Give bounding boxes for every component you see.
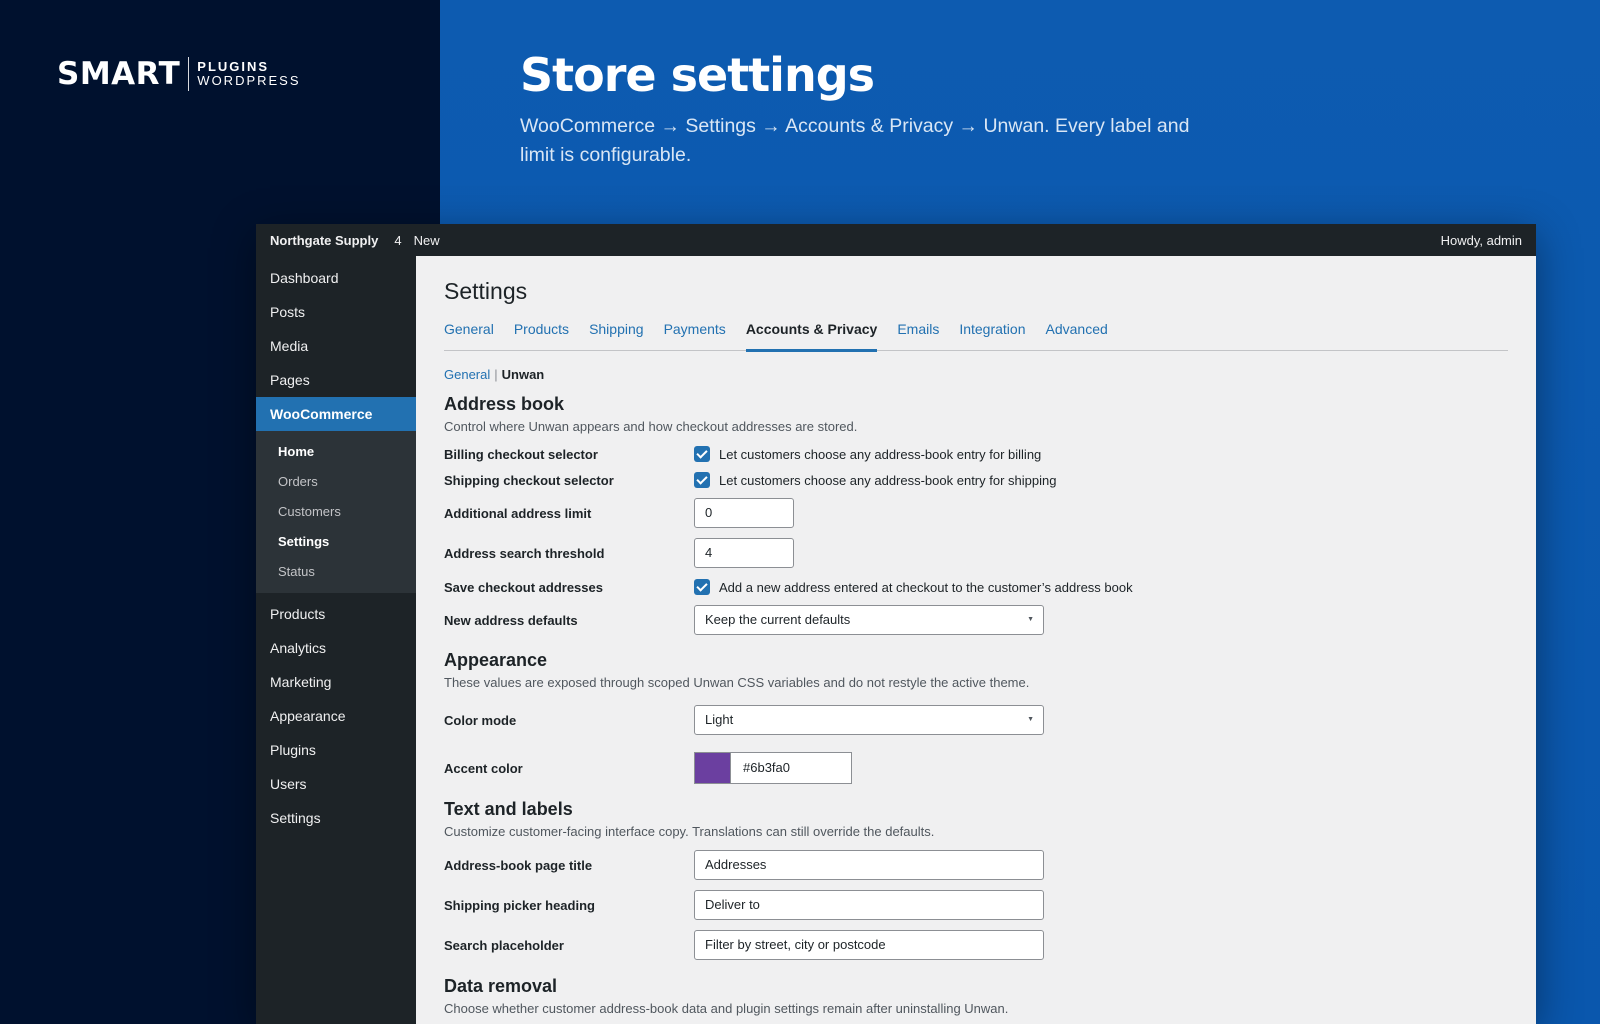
tab-shipping[interactable]: Shipping xyxy=(589,317,644,351)
color-mode-label: Color mode xyxy=(444,712,517,728)
accent-color-swatch[interactable] xyxy=(694,752,730,784)
howdy-account-menu[interactable]: Howdy, admin xyxy=(1441,233,1522,248)
sidebar-item-users[interactable]: Users xyxy=(256,767,416,801)
admin-bar: Northgate Supply 4 New Howdy, admin xyxy=(256,224,1536,256)
setting-row-defaults: New address defaults Keep the current de… xyxy=(444,605,1508,635)
setting-row-color-mode: Color mode Light ▼ xyxy=(444,705,1508,735)
new-content-link[interactable]: New xyxy=(414,233,440,248)
save-addresses-label: Save checkout addresses xyxy=(444,579,603,595)
picker-heading-label: Shipping picker heading xyxy=(444,897,595,913)
billing-selector-text[interactable]: Let customers choose any address-book en… xyxy=(719,447,1041,462)
section-title-appearance: Appearance xyxy=(444,650,548,670)
search-placeholder-input[interactable]: Filter by street, city or postcode xyxy=(694,930,1044,960)
picker-heading-input[interactable]: Deliver to xyxy=(694,890,1044,920)
subnav-general-link[interactable]: General xyxy=(444,367,490,382)
address-defaults-label: New address defaults xyxy=(444,612,578,628)
address-limit-label: Additional address limit xyxy=(444,505,592,521)
page-title: Settings xyxy=(444,278,528,304)
search-placeholder-label: Search placeholder xyxy=(444,937,564,953)
logo-divider xyxy=(188,57,190,91)
color-mode-select[interactable]: Light ▼ xyxy=(694,705,1044,735)
tab-payments[interactable]: Payments xyxy=(664,317,726,351)
woocommerce-submenu: Home Orders Customers Settings Status xyxy=(256,431,416,593)
logo-subtitle: PLUGINS WORDPRESS xyxy=(197,60,300,88)
wp-admin-window: Northgate Supply 4 New Howdy, admin Dash… xyxy=(256,224,1536,1024)
sidebar-item-settings[interactable]: Settings xyxy=(256,801,416,835)
setting-row-search-placeholder: Search placeholder Filter by street, cit… xyxy=(444,930,1508,960)
sidebar-item-posts[interactable]: Posts xyxy=(256,295,416,329)
page-title-setting-label: Address-book page title xyxy=(444,857,593,873)
setting-row-billing: Billing checkout selector Let customers … xyxy=(444,444,1508,464)
setting-row-page-title: Address-book page title Addresses xyxy=(444,850,1508,880)
section-desc-text-labels: Customize customer-facing interface copy… xyxy=(444,824,935,839)
tab-products[interactable]: Products xyxy=(514,317,569,351)
submenu-item-orders[interactable]: Orders xyxy=(256,467,416,497)
accent-color-label: Accent color xyxy=(444,760,523,776)
submenu-item-customers[interactable]: Customers xyxy=(256,497,416,527)
section-title-data-removal: Data removal xyxy=(444,976,558,996)
billing-selector-label: Billing checkout selector xyxy=(444,446,598,462)
section-desc-appearance: These values are exposed through scoped … xyxy=(444,675,1030,690)
shipping-selector-text[interactable]: Let customers choose any address-book en… xyxy=(719,473,1056,488)
setting-row-threshold: Address search threshold 4 xyxy=(444,538,1508,568)
sidebar-item-analytics[interactable]: Analytics xyxy=(256,631,416,665)
shipping-selector-label: Shipping checkout selector xyxy=(444,472,614,488)
sidebar-item-appearance[interactable]: Appearance xyxy=(256,699,416,733)
sidebar-item-products[interactable]: Products xyxy=(256,597,416,631)
billing-selector-checkbox[interactable] xyxy=(694,446,710,462)
save-addresses-checkbox[interactable] xyxy=(694,579,710,595)
address-limit-input[interactable]: 0 xyxy=(694,498,794,528)
tab-advanced[interactable]: Advanced xyxy=(1046,317,1108,351)
logo-wordmark: SMART xyxy=(57,56,181,92)
logo-sub-bottom: WORDPRESS xyxy=(197,73,301,88)
updates-count[interactable]: 4 xyxy=(394,233,401,248)
submenu-item-status[interactable]: Status xyxy=(256,557,416,587)
subnav-current: Unwan xyxy=(501,367,545,382)
sidebar-item-marketing[interactable]: Marketing xyxy=(256,665,416,699)
search-threshold-label: Address search threshold xyxy=(444,545,605,561)
search-threshold-input[interactable]: 4 xyxy=(694,538,794,568)
address-defaults-value: Keep the current defaults xyxy=(705,612,851,627)
tab-general[interactable]: General xyxy=(444,317,494,351)
section-title-address-book: Address book xyxy=(444,394,565,414)
sidebar-item-woocommerce[interactable]: WooCommerce xyxy=(256,397,416,431)
submenu-item-home[interactable]: Home xyxy=(256,437,416,467)
hero-subtitle: WooCommerce → Settings → Accounts & Priv… xyxy=(520,115,1190,166)
address-defaults-select[interactable]: Keep the current defaults ▼ xyxy=(694,605,1044,635)
site-name-link[interactable]: Northgate Supply xyxy=(270,233,378,248)
tab-accounts-privacy[interactable]: Accounts & Privacy xyxy=(745,317,878,352)
logo-sub-top: PLUGINS xyxy=(197,59,270,74)
section-subnav: General | Unwan xyxy=(444,367,1508,382)
save-addresses-text[interactable]: Add a new address entered at checkout to… xyxy=(719,580,1133,595)
accent-color-input[interactable]: #6b3fa0 xyxy=(730,752,852,784)
admin-sidebar: Dashboard Posts Media Pages WooCommerce … xyxy=(256,256,416,1024)
setting-row-limit: Additional address limit 0 xyxy=(444,498,1508,528)
setting-row-accent: Accent color #6b3fa0 xyxy=(444,752,1508,784)
section-desc-data-removal: Choose whether customer address-book dat… xyxy=(444,1001,1009,1016)
sidebar-item-media[interactable]: Media xyxy=(256,329,416,363)
settings-content: Settings General Products Shipping Payme… xyxy=(416,256,1536,1024)
setting-row-save-addresses: Save checkout addresses Add a new addres… xyxy=(444,577,1508,597)
hero-title: Store settings xyxy=(520,48,875,102)
chevron-down-icon: ▼ xyxy=(1027,716,1034,723)
shipping-selector-checkbox[interactable] xyxy=(694,472,710,488)
section-title-text-labels: Text and labels xyxy=(444,799,573,819)
settings-tabs: General Products Shipping Payments Accou… xyxy=(444,317,1508,352)
section-desc-address-book: Control where Unwan appears and how chec… xyxy=(444,419,858,434)
sidebar-item-dashboard[interactable]: Dashboard xyxy=(256,261,416,295)
chevron-down-icon: ▼ xyxy=(1027,616,1034,623)
sidebar-item-plugins[interactable]: Plugins xyxy=(256,733,416,767)
tab-integration[interactable]: Integration xyxy=(959,317,1025,351)
color-mode-value: Light xyxy=(705,712,734,727)
setting-row-picker-heading: Shipping picker heading Deliver to xyxy=(444,890,1508,920)
submenu-item-settings[interactable]: Settings xyxy=(256,527,416,557)
setting-row-shipping: Shipping checkout selector Let customers… xyxy=(444,470,1508,490)
page-title-setting-input[interactable]: Addresses xyxy=(694,850,1044,880)
subnav-separator: | xyxy=(494,367,498,382)
smart-plugins-logo: SMART PLUGINS WORDPRESS xyxy=(57,56,301,92)
sidebar-item-pages[interactable]: Pages xyxy=(256,363,416,397)
tab-emails[interactable]: Emails xyxy=(897,317,939,351)
